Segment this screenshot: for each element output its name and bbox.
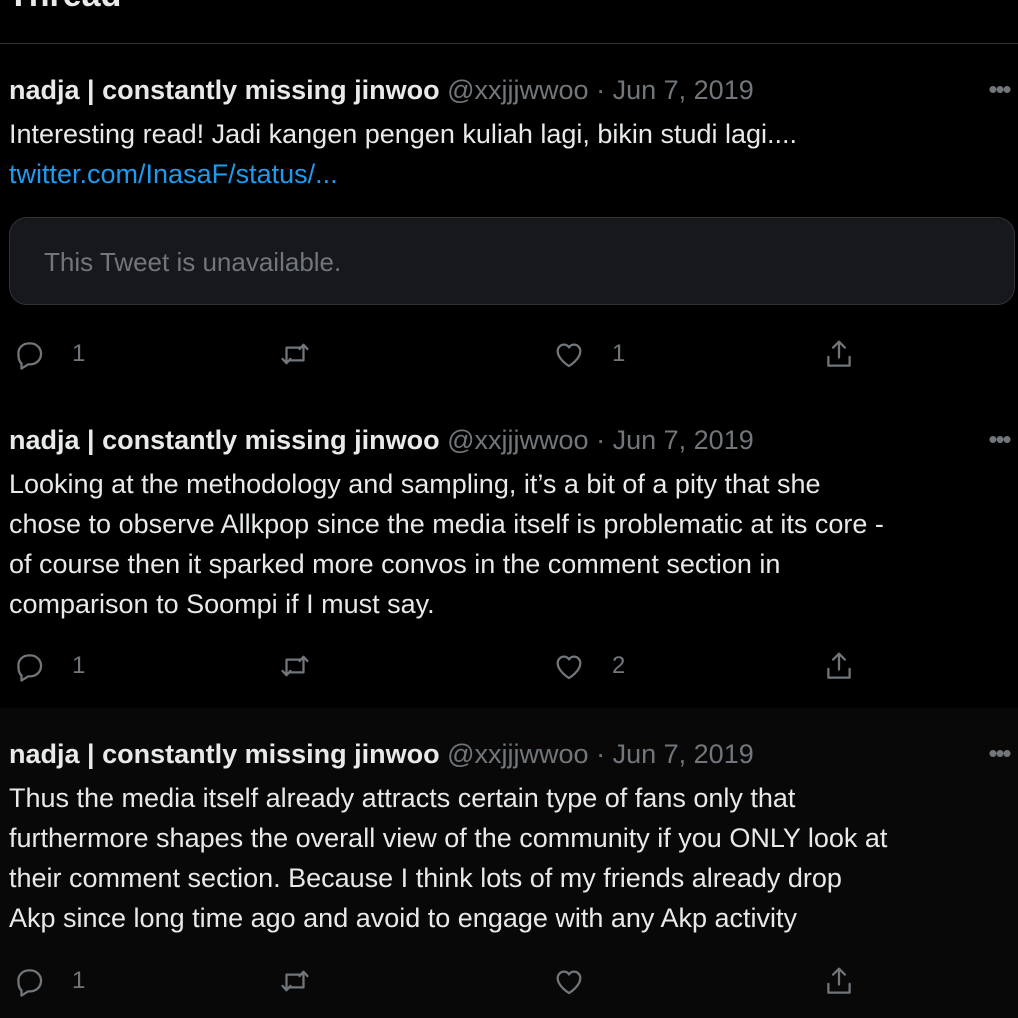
retweet-icon xyxy=(281,655,309,677)
tweet-text-line: Interesting read! Jadi kangen pengen kul… xyxy=(9,119,798,149)
like-button[interactable]: 1 xyxy=(552,334,625,374)
tweet[interactable]: nadja | constantly missing jinwoo @xxjjj… xyxy=(0,708,1018,1018)
tweet[interactable]: nadja | constantly missing jinwoo @xxjjj… xyxy=(0,44,1018,386)
more-icon[interactable]: ••• xyxy=(982,76,1016,102)
retweet-button[interactable] xyxy=(278,646,338,686)
tweet[interactable]: nadja | constantly missing jinwoo @xxjjj… xyxy=(0,386,1018,708)
tweet-text-line: Thus the media itself already attracts c… xyxy=(9,783,796,813)
author-handle[interactable]: @xxjjjwwoo xyxy=(447,739,588,769)
author-name[interactable]: nadja | constantly missing jinwoo xyxy=(9,425,440,455)
meta-separator: · xyxy=(596,425,606,455)
more-icon[interactable]: ••• xyxy=(982,426,1016,452)
meta-separator: · xyxy=(596,739,606,769)
meta-separator: · xyxy=(596,75,606,105)
share-button[interactable] xyxy=(822,646,856,686)
like-icon xyxy=(556,343,582,368)
retweet-icon xyxy=(281,970,309,992)
like-button[interactable] xyxy=(552,961,612,1001)
reply-icon xyxy=(17,342,43,370)
retweet-icon xyxy=(281,343,309,365)
author-handle[interactable]: @xxjjjwwoo xyxy=(447,75,588,105)
share-button[interactable] xyxy=(822,334,856,374)
tweet-text-line: Akp since long time ago and avoid to eng… xyxy=(9,903,797,933)
like-button[interactable]: 2 xyxy=(552,646,625,686)
tweet-date[interactable]: Jun 7, 2019 xyxy=(613,739,754,769)
author-name[interactable]: nadja | constantly missing jinwoo xyxy=(9,75,440,105)
tweet-actions: 1 2 xyxy=(0,646,1018,686)
reply-icon xyxy=(17,654,43,682)
tweet-date[interactable]: Jun 7, 2019 xyxy=(613,425,754,455)
like-icon xyxy=(556,655,582,680)
tweet-header: nadja | constantly missing jinwoo @xxjjj… xyxy=(9,423,958,457)
tweet-text-line: comparison to Soompi if I must say. xyxy=(9,589,435,619)
tweet-text-line: of course then it sparked more convos in… xyxy=(9,549,781,579)
share-icon xyxy=(827,340,851,367)
tweet-link[interactable]: twitter.com/InasaF/status/... xyxy=(9,154,1018,194)
share-icon xyxy=(827,967,851,994)
reply-count: 1 xyxy=(72,652,86,679)
reply-button[interactable]: 1 xyxy=(12,961,85,1001)
tweet-text-line: their comment section. Because I think l… xyxy=(9,863,842,893)
tweet-text: Thus the media itself already attracts c… xyxy=(9,778,1018,938)
author-handle[interactable]: @xxjjjwwoo xyxy=(447,425,588,455)
reply-button[interactable]: 1 xyxy=(12,646,85,686)
retweet-button[interactable] xyxy=(278,334,338,374)
like-count: 1 xyxy=(612,340,626,367)
tweet-text: Interesting read! Jadi kangen pengen kul… xyxy=(9,114,1018,194)
tweet-date[interactable]: Jun 7, 2019 xyxy=(613,75,754,105)
reply-button[interactable]: 1 xyxy=(12,334,85,374)
quoted-tweet-unavailable-text: This Tweet is unavailable. xyxy=(44,247,342,277)
reply-count: 1 xyxy=(72,967,86,994)
tweet-actions: 1 1 xyxy=(0,334,1018,374)
page-header: Thread xyxy=(0,0,1018,44)
reply-icon xyxy=(17,969,43,997)
tweet-text: Looking at the methodology and sampling,… xyxy=(9,464,1018,624)
quoted-tweet-card[interactable]: This Tweet is unavailable. xyxy=(9,217,1015,305)
tweet-actions: 1 xyxy=(0,961,1018,1001)
share-button[interactable] xyxy=(822,961,856,1001)
retweet-button[interactable] xyxy=(278,961,338,1001)
tweet-text-line: chose to observe Allkpop since the media… xyxy=(9,509,884,539)
tweet-header: nadja | constantly missing jinwoo @xxjjj… xyxy=(9,737,958,771)
share-icon xyxy=(827,652,851,679)
tweet-text-line: furthermore shapes the overall view of t… xyxy=(9,823,888,853)
tweet-text-line: Looking at the methodology and sampling,… xyxy=(9,469,821,499)
reply-count: 1 xyxy=(72,340,86,367)
page-title: Thread xyxy=(8,0,121,15)
tweet-header: nadja | constantly missing jinwoo @xxjjj… xyxy=(9,73,958,107)
author-name[interactable]: nadja | constantly missing jinwoo xyxy=(9,739,440,769)
like-count: 2 xyxy=(612,652,626,679)
more-icon[interactable]: ••• xyxy=(982,740,1016,766)
like-icon xyxy=(556,970,582,995)
